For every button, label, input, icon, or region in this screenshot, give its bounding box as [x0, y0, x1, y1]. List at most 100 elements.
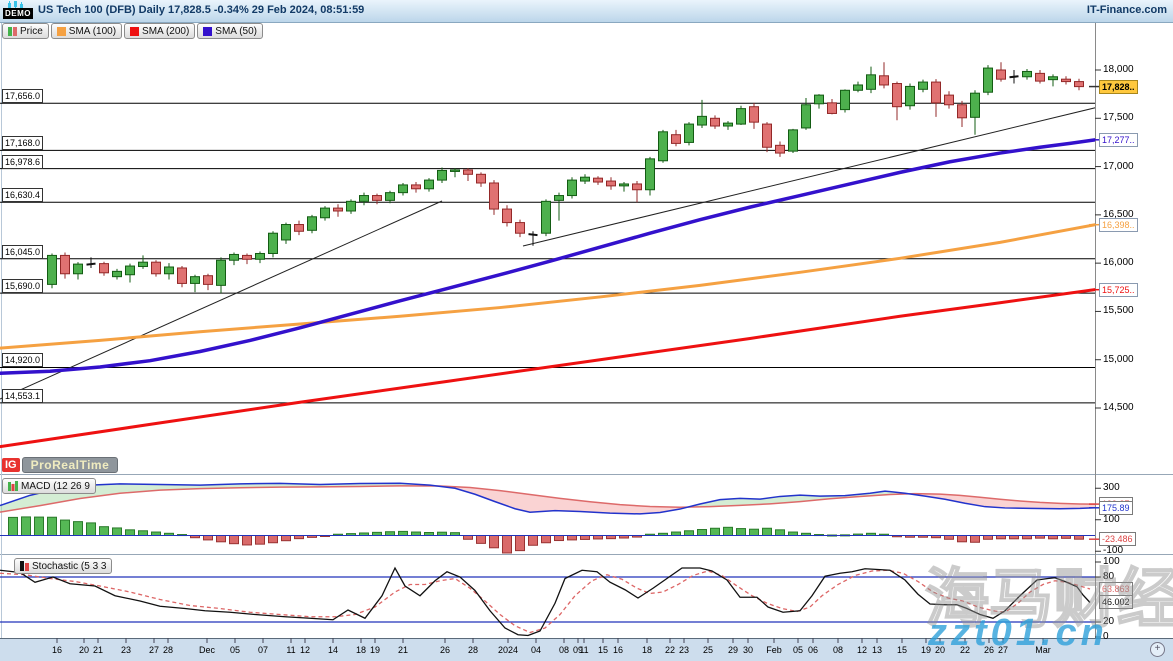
- stochastic-label-text: Stochastic (5 3 3: [32, 561, 106, 572]
- title-bar: US Tech 100 (DFB) Daily 17,828.5 -0.34% …: [0, 0, 1173, 23]
- candle-body: [113, 271, 122, 276]
- macd-histogram-bar: [113, 528, 122, 536]
- candle-body: [841, 90, 850, 109]
- candle-body: [100, 264, 109, 273]
- macd-panel-label[interactable]: MACD (12 26 9: [2, 478, 96, 494]
- macd-histogram-bar: [503, 536, 512, 553]
- macd-histogram-bar: [61, 520, 70, 535]
- macd-icon: [8, 481, 18, 491]
- date-label: 13: [872, 645, 882, 655]
- candle-body: [919, 82, 928, 89]
- legend-chip-sma-50-[interactable]: SMA (50): [197, 23, 263, 39]
- macd-histogram-bar: [516, 536, 525, 551]
- support-resistance-label: 15,690.0: [2, 279, 43, 293]
- candle-body: [191, 277, 200, 284]
- candle-body: [139, 262, 148, 266]
- watermark-site: zzt01.cn: [928, 612, 1108, 655]
- candle-body: [659, 132, 668, 161]
- support-resistance-label: 14,553.1: [2, 389, 43, 403]
- date-label: 23: [679, 645, 689, 655]
- sma-swatch-icon: [203, 27, 212, 36]
- ig-prorealtime-overlay: IG ProRealTime: [2, 457, 118, 473]
- date-label: 22: [665, 645, 675, 655]
- candle-body: [1075, 82, 1084, 87]
- date-label: 23: [121, 645, 131, 655]
- legend-chip-sma-100-[interactable]: SMA (100): [51, 23, 122, 39]
- candle-body: [594, 178, 603, 182]
- candle-body: [477, 174, 486, 183]
- indicator-legend: PriceSMA (100)SMA (200)SMA (50): [2, 23, 263, 38]
- date-label: 26: [440, 645, 450, 655]
- legend-chip-price[interactable]: Price: [2, 23, 49, 39]
- date-label: 15: [897, 645, 907, 655]
- doji-body: [1010, 76, 1019, 77]
- expand-icon[interactable]: +: [1150, 642, 1165, 657]
- date-label: 28: [468, 645, 478, 655]
- candle-body: [308, 217, 317, 231]
- candle-body: [893, 84, 902, 107]
- date-label: 08: [559, 645, 569, 655]
- candle-body: [295, 225, 304, 232]
- macd-fill: [910, 494, 1095, 509]
- macd-histogram-bar: [412, 532, 421, 535]
- candle-body: [204, 276, 213, 285]
- candle-body: [360, 196, 369, 202]
- stochastic-panel-label[interactable]: Stochastic (5 3 3: [14, 558, 112, 574]
- macd-histogram-bar: [22, 517, 31, 536]
- date-label: 11: [286, 645, 295, 655]
- macd-histogram-bar: [763, 528, 772, 535]
- date-label: 05: [230, 645, 240, 655]
- macd-histogram-bar: [750, 529, 759, 535]
- date-label: 04: [531, 645, 541, 655]
- sma-swatch-icon: [130, 27, 139, 36]
- macd-histogram-bar: [737, 529, 746, 536]
- macd-label-text: MACD (12 26 9: [21, 481, 90, 492]
- candle-body: [646, 159, 655, 190]
- date-label: 18: [356, 645, 366, 655]
- chart-title: US Tech 100 (DFB) Daily 17,828.5 -0.34% …: [38, 4, 364, 16]
- candle-body: [698, 116, 707, 125]
- macd-histogram-bar: [139, 531, 148, 536]
- candle-body: [984, 68, 993, 92]
- candle-body: [685, 124, 694, 142]
- candle-body: [334, 208, 343, 211]
- candle-body: [438, 170, 447, 180]
- price-swatch-icon: [8, 27, 12, 36]
- candle-body: [373, 196, 382, 201]
- legend-chip-sma-200-[interactable]: SMA (200): [124, 23, 195, 39]
- candle-body: [321, 208, 330, 218]
- date-label: 21: [93, 645, 103, 655]
- date-label: 2024: [498, 645, 518, 655]
- date-label: 14: [328, 645, 338, 655]
- price-value-box: 17,277..: [1099, 133, 1138, 147]
- macd-histogram-bar: [48, 517, 57, 535]
- macd-histogram-bar: [1075, 536, 1084, 540]
- macd-value-box: 175.89: [1099, 501, 1133, 515]
- price-value-box: 16,398..: [1099, 218, 1138, 232]
- candle-body: [711, 118, 720, 126]
- candle-body: [1049, 77, 1058, 80]
- macd-histogram-bar: [282, 536, 291, 541]
- price-tick-label: 17,000: [1103, 161, 1134, 172]
- candle-body: [867, 75, 876, 89]
- macd-histogram-bar: [971, 536, 980, 543]
- candle-body: [256, 253, 265, 259]
- candle-body: [386, 193, 395, 201]
- date-label: 30: [743, 645, 753, 655]
- candle-body: [945, 95, 954, 105]
- support-resistance-label: 16,045.0: [2, 245, 43, 259]
- macd-histogram-bar: [9, 517, 18, 535]
- macd-histogram-bar: [87, 523, 96, 536]
- sma-200-line: [0, 290, 1095, 447]
- macd-histogram-bar: [490, 536, 499, 548]
- candle-body: [542, 201, 551, 233]
- candle-body: [282, 225, 291, 240]
- date-label: 16: [613, 645, 623, 655]
- date-label: 19: [370, 645, 380, 655]
- candle-body: [1062, 79, 1071, 81]
- macd-histogram-bar: [945, 536, 954, 540]
- date-label: 29: [728, 645, 738, 655]
- candle-body: [425, 180, 434, 189]
- price-value-box: 17,828..: [1099, 80, 1138, 94]
- candle-body: [971, 93, 980, 117]
